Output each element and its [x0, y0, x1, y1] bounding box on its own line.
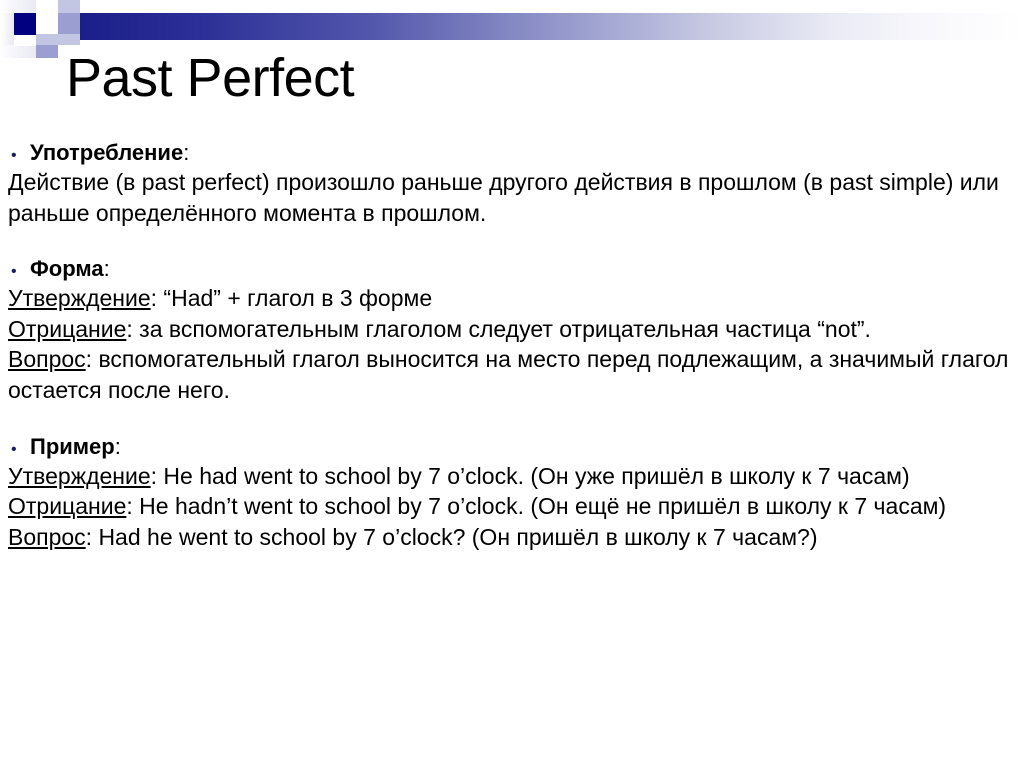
underlined-term: Отрицание: [8, 493, 127, 520]
content-block: • Форма: Утверждение: “Had” + глагол в 3 ф…: [0, 254, 1024, 405]
mosaic-square-mid: [58, 13, 80, 35]
paragraph-text: : “Had” + глагол в 3 форме: [150, 285, 433, 312]
sections-container: • Употребление: Действие (в past perfect) …: [0, 138, 1024, 552]
bullet-label-colon: :: [103, 256, 110, 282]
mosaic-square-mid-left: [36, 45, 58, 58]
bullet-dot-icon: •: [11, 263, 17, 281]
content-paragraph: Вопрос: вспомогательный глагол выносится…: [0, 344, 1024, 405]
content-block: • Употребление: Действие (в past perfect) …: [0, 138, 1024, 228]
underlined-term: Отрицание: [8, 315, 127, 342]
content-paragraph: Утверждение: “Had” + глагол в 3 форме: [0, 283, 1024, 314]
header-left-fade-inner: [0, 13, 14, 45]
content-paragraph: Действие (в past perfect) произошло рань…: [0, 167, 1024, 228]
underlined-term: Вопрос: [8, 346, 86, 373]
slide-header-decoration: Past Perfect: [0, 0, 1024, 118]
mosaic-square-white-2: [14, 34, 36, 46]
content-paragraph: Отрицание: He hadn’t went to school by 7…: [0, 491, 1024, 522]
underlined-term: Утверждение: [8, 285, 151, 312]
bullet-label: Употребление: [30, 140, 184, 165]
paragraph-text: : He hadn’t went to school by 7 o’clock.…: [126, 493, 947, 520]
paragraph-text: Действие (в past perfect) произошло рань…: [8, 169, 1006, 226]
bullet-dot-icon: •: [11, 147, 17, 164]
content-block: • Пример: Утверждение: He had went to scho…: [0, 432, 1024, 553]
paragraph-text: : вспомогательный глагол выносится на ме…: [8, 346, 1015, 403]
mosaic-square-light-left: [36, 34, 58, 45]
paragraph-text: : He had went to school by 7 o’clock. (О…: [150, 462, 910, 489]
content-paragraph: Утверждение: He had went to school by 7 …: [0, 461, 1024, 492]
paragraph-text: : за вспомогательным глаголом следует от…: [126, 315, 871, 342]
bullet-dot-icon: •: [11, 440, 17, 458]
underlined-term: Вопрос: [8, 523, 86, 550]
header-gradient-bar: [63, 13, 1024, 40]
page-title: Past Perfect: [66, 48, 355, 108]
mosaic-square-light-top: [58, 0, 80, 13]
bullet-label: Форма: [30, 256, 104, 282]
content-paragraph: Вопрос: Had he went to school by 7 o’clo…: [0, 522, 1024, 553]
bullet-label-colon: :: [114, 433, 121, 459]
paragraph-text: : Had he went to school by 7 o’clock? (О…: [85, 523, 818, 550]
bullet-heading: • Форма:: [0, 254, 1024, 283]
bullet-label-colon: :: [183, 140, 190, 165]
underlined-term: Утверждение: [8, 462, 151, 489]
mosaic-square-navy: [14, 13, 36, 35]
bullet-heading: • Пример:: [0, 432, 1024, 461]
mosaic-square-white-1: [36, 13, 58, 35]
bullet-heading: • Употребление:: [0, 138, 1024, 167]
bullet-label: Пример: [30, 433, 115, 459]
slide-content: • Употребление: Действие (в past perfect) …: [0, 138, 1024, 552]
mosaic-square-light-low: [58, 34, 80, 45]
content-paragraph: Отрицание: за вспомогательным глаголом с…: [0, 314, 1024, 345]
